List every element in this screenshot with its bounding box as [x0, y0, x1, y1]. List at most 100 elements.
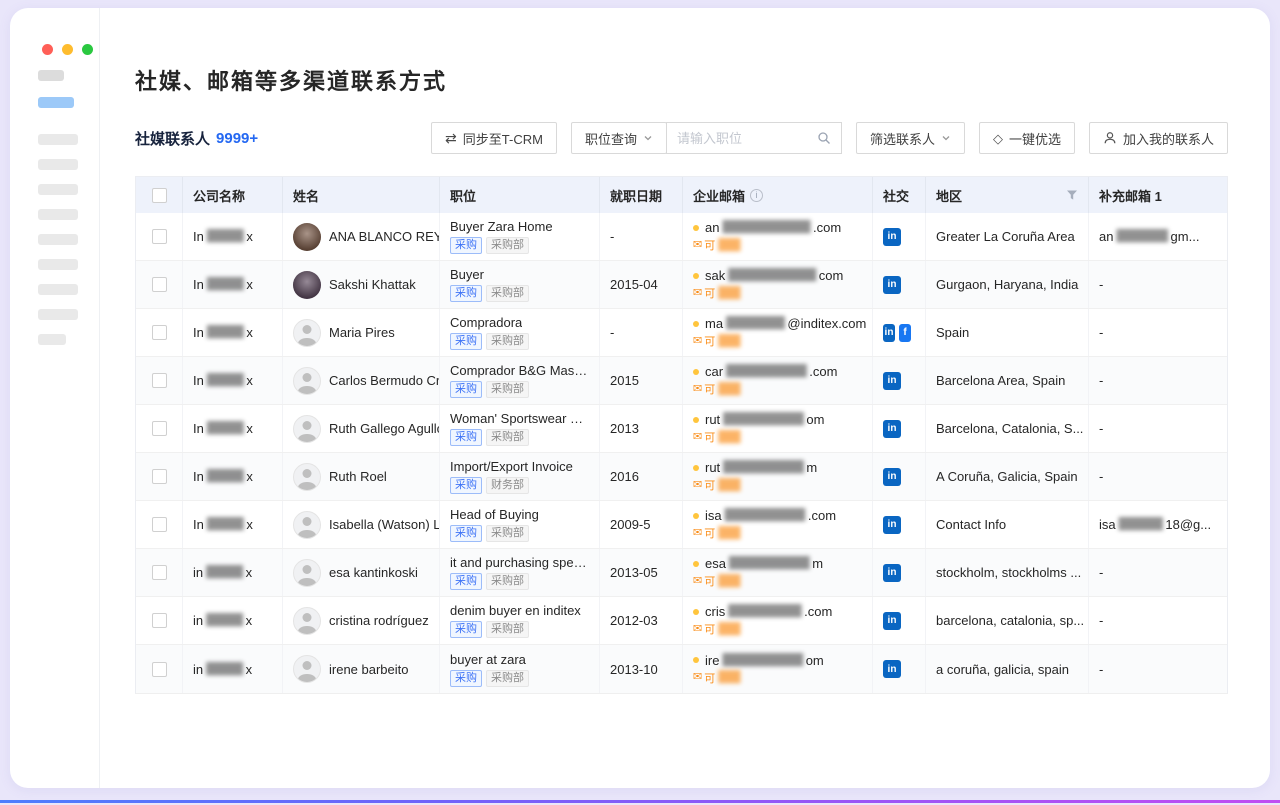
row-checkbox[interactable] [152, 373, 167, 388]
position-cell: Comprador B&G Massi... 采购采购部 [440, 357, 600, 404]
email-line: isa███████████.com [693, 508, 836, 523]
email-status-dot [693, 513, 699, 519]
column-header-extra-email: 补充邮箱 1 [1089, 177, 1229, 213]
position-title: buyer at zara [450, 652, 526, 667]
start-date-cell: 2012-03 [600, 597, 683, 644]
main-content: 社媒、邮箱等多渠道联系方式 社媒联系人 9999+ ⇄ 同步至T-CRM 职位查… [100, 8, 1270, 788]
redacted-text: ███ [718, 432, 740, 443]
sync-crm-button[interactable]: ⇄ 同步至T-CRM [431, 122, 557, 154]
contacts-summary: 社媒联系人 9999+ [135, 128, 258, 149]
add-to-my-contacts-button[interactable]: 加入我的联系人 [1089, 122, 1228, 154]
marketing-badge: ✉可███ [693, 525, 741, 541]
sidebar-skeleton-bar [38, 234, 78, 245]
linkedin-icon[interactable]: in [883, 276, 901, 294]
position-tag: 采购 [450, 573, 482, 590]
email-cell: car███████████.com ✉可███ [683, 357, 873, 404]
linkedin-icon[interactable]: in [883, 324, 895, 342]
linkedin-icon[interactable]: in [883, 372, 901, 390]
email-cell: ire███████████om ✉可███ [683, 645, 873, 693]
position-title: Head of Buying [450, 507, 539, 522]
sidebar-active-item[interactable] [38, 97, 74, 108]
sidebar-skeleton-bar [38, 334, 66, 345]
bottom-gradient-bar [0, 800, 1280, 803]
extra-email-cell: - [1089, 405, 1229, 452]
company-cell: In█████x [183, 357, 283, 404]
linkedin-icon[interactable]: in [883, 468, 901, 486]
position-tags: 采购财务部 [450, 477, 529, 494]
position-tags: 采购采购部 [450, 381, 529, 398]
marketing-badge: ✉可███ [693, 573, 741, 589]
name-cell: Ruth Gallego Agulló [283, 405, 440, 452]
position-tags: 采购采购部 [450, 333, 529, 350]
linkedin-icon[interactable]: in [883, 660, 901, 678]
social-cell: in [873, 549, 926, 596]
company-cell: In█████x [183, 213, 283, 260]
company-cell: In█████x [183, 261, 283, 308]
search-icon[interactable] [817, 131, 831, 145]
chevron-down-icon [643, 133, 653, 143]
one-click-optimize-button[interactable]: ◇ 一键优选 [979, 122, 1075, 154]
info-icon[interactable]: i [750, 189, 763, 202]
start-date-cell: 2015 [600, 357, 683, 404]
mail-icon: ✉ [693, 672, 702, 683]
facebook-icon[interactable]: f [899, 324, 911, 342]
position-query-select[interactable]: 职位查询 [571, 122, 667, 154]
row-checkbox[interactable] [152, 277, 167, 292]
maximize-window-button[interactable] [82, 44, 93, 55]
name-cell: Sakshi Khattak [283, 261, 440, 308]
email-status-dot [693, 417, 699, 423]
one-click-optimize-label: 一键优选 [1009, 129, 1061, 148]
position-title: Compradora [450, 315, 522, 330]
linkedin-icon[interactable]: in [883, 612, 901, 630]
sidebar-skeleton-bar [38, 259, 78, 270]
marketing-badge: ✉可███ [693, 621, 741, 637]
page-title: 社媒、邮箱等多渠道联系方式 [135, 64, 1270, 96]
row-checkbox[interactable] [152, 613, 167, 628]
row-checkbox[interactable] [152, 469, 167, 484]
social-cell: in [873, 645, 926, 693]
table-row: In█████x Ruth Gallego Agulló Woman' Spor… [136, 405, 1227, 453]
position-search-input[interactable] [677, 131, 817, 146]
social-cell: in [873, 453, 926, 500]
start-date-cell: 2013-05 [600, 549, 683, 596]
linkedin-icon[interactable]: in [883, 228, 901, 246]
filter-icon[interactable] [1066, 189, 1078, 201]
social-cell: in [873, 213, 926, 260]
position-tags: 采购采购部 [450, 429, 529, 446]
position-tag: 采购 [450, 285, 482, 302]
redacted-text: ███████████ [722, 655, 802, 666]
redacted-text: ███ [718, 624, 740, 635]
position-title: denim buyer en inditex [450, 603, 581, 618]
email-cell: rut███████████m ✉可███ [683, 453, 873, 500]
redacted-text: ███████████ [726, 366, 806, 377]
row-checkbox[interactable] [152, 565, 167, 580]
table-row: In█████x Maria Pires Compradora 采购采购部 - … [136, 309, 1227, 357]
table-body: In█████x ANA BLANCO REY Buyer Zara Home … [136, 213, 1227, 693]
row-checkbox[interactable] [152, 662, 167, 677]
row-checkbox[interactable] [152, 517, 167, 532]
redacted-text: █████ [206, 615, 242, 626]
row-checkbox[interactable] [152, 325, 167, 340]
select-all-checkbox[interactable] [152, 188, 167, 203]
position-cell: it and purchasing speci... 采购采购部 [440, 549, 600, 596]
add-to-my-contacts-label: 加入我的联系人 [1123, 129, 1214, 148]
marketing-badge: ✉可███ [693, 333, 741, 349]
linkedin-icon[interactable]: in [883, 564, 901, 582]
company-cell: In█████x [183, 405, 283, 452]
minimize-window-button[interactable] [62, 44, 73, 55]
close-window-button[interactable] [42, 44, 53, 55]
linkedin-icon[interactable]: in [883, 420, 901, 438]
contact-name: Carlos Bermudo Cr... [329, 373, 440, 388]
extra-email-cell: - [1089, 453, 1229, 500]
position-cell: Buyer 采购采购部 [440, 261, 600, 308]
row-checkbox[interactable] [152, 229, 167, 244]
position-cell: buyer at zara 采购采购部 [440, 645, 600, 693]
linkedin-icon[interactable]: in [883, 516, 901, 534]
row-checkbox[interactable] [152, 421, 167, 436]
position-tag: 采购 [450, 237, 482, 254]
sync-crm-label: 同步至T-CRM [463, 129, 543, 148]
mail-icon: ✉ [693, 336, 702, 347]
sidebar-skeleton-bar [38, 134, 78, 145]
filter-contacts-button[interactable]: 筛选联系人 [856, 122, 965, 154]
header-checkbox-cell [136, 177, 183, 213]
